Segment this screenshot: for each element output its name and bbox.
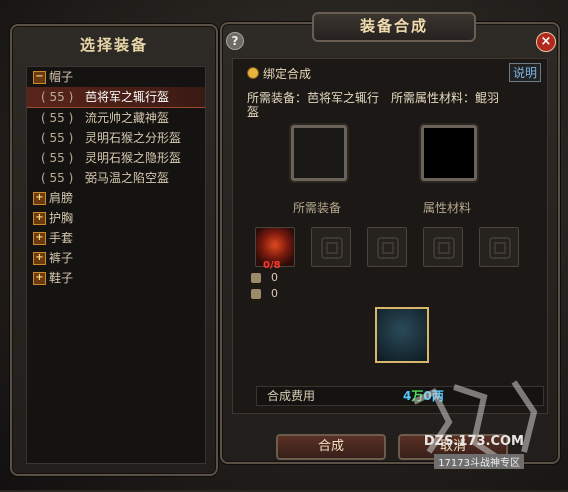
equipment-item-selected[interactable]: ( 55 ) 芭将军之辄行盔 xyxy=(27,87,205,108)
expand-icon[interactable]: + xyxy=(33,232,46,245)
item-name: 灵明石猴之分形盔 xyxy=(85,131,182,145)
equipment-tree: − 帽子 ( 55 ) 芭将军之辄行盔 ( 55 ) 流元帅之藏神盔 ( 55 ) 灵… xyxy=(26,66,206,464)
material-slot-empty[interactable] xyxy=(479,227,519,267)
material-slot-empty[interactable] xyxy=(367,227,407,267)
category-label: 肩膀 xyxy=(49,191,74,205)
knot-icon xyxy=(494,242,506,254)
equipment-item[interactable]: ( 55 ) 灵明石猴之分形盔 xyxy=(27,128,205,148)
material-slot-empty[interactable] xyxy=(423,227,463,267)
category-pants[interactable]: + 裤子 xyxy=(27,248,205,268)
required-equipment-slot-label: 所需装备 xyxy=(292,201,341,215)
knot-icon xyxy=(326,242,338,254)
watermark-logo-mark xyxy=(412,380,538,465)
category-label: 帽子 xyxy=(49,70,74,84)
item-name: 芭将军之辄行盔 xyxy=(85,90,170,104)
required-equipment-label: 所需装备：芭将军之辄行 xyxy=(247,91,380,105)
item-name: 灵明石猴之隐形盔 xyxy=(85,151,182,165)
required-equipment-slot[interactable] xyxy=(291,125,347,181)
close-icon[interactable]: × xyxy=(536,32,556,52)
category-shoulder[interactable]: + 肩膀 xyxy=(27,188,205,208)
explain-link[interactable]: 说明 xyxy=(508,63,541,82)
material-slot-empty[interactable] xyxy=(311,227,351,267)
item-level: ( 55 ) xyxy=(41,111,74,125)
synthesized-helmet-icon[interactable] xyxy=(375,307,429,363)
material-slot-filled[interactable]: 0/8 xyxy=(255,227,295,271)
resource-value-2: 0 xyxy=(271,287,278,300)
expand-icon[interactable]: + xyxy=(33,272,46,285)
item-level: ( 55 ) xyxy=(41,151,74,165)
equipment-item[interactable]: ( 55 ) 灵明石猴之隐形盔 xyxy=(27,148,205,168)
collapse-icon[interactable]: − xyxy=(33,71,46,84)
expand-icon[interactable]: + xyxy=(33,192,46,205)
item-name: 弼马温之陷空盔 xyxy=(85,171,170,185)
category-label: 护胸 xyxy=(49,211,74,225)
craft-button[interactable]: 合成 xyxy=(276,434,386,460)
synthesis-content: 绑定合成 说明 所需装备：芭将军之辄行 盔 所需属性材料：鲲羽 所需装备 属性材… xyxy=(232,58,548,414)
attribute-material-slot[interactable] xyxy=(421,125,477,181)
category-shoes[interactable]: + 鞋子 xyxy=(27,268,205,288)
watermark-subtitle: 17173斗战神专区 xyxy=(434,454,524,469)
expand-icon[interactable]: + xyxy=(33,212,46,225)
select-equipment-title: 选择装备 xyxy=(79,36,148,54)
knot-icon xyxy=(438,242,450,254)
resource-value-1: 0 xyxy=(271,271,278,284)
site-watermark: DZS.173.COM 17173斗战神专区 xyxy=(394,372,564,488)
material-count: 0/8 xyxy=(263,260,281,271)
panel-title: 装备合成 xyxy=(312,12,476,42)
item-name: 流元帅之藏神盔 xyxy=(85,111,170,125)
expand-icon[interactable]: + xyxy=(33,252,46,265)
radio-icon[interactable] xyxy=(247,67,259,79)
required-material-label: 所需属性材料：鲲羽 xyxy=(391,91,500,105)
resource-icon xyxy=(251,273,261,283)
item-level: ( 55 ) xyxy=(41,171,74,185)
cost-label: 合成费用 xyxy=(267,389,316,403)
equipment-item[interactable]: ( 55 ) 弼马温之陷空盔 xyxy=(27,168,205,188)
resource-icon xyxy=(251,289,261,299)
item-level: ( 55 ) xyxy=(41,90,74,104)
required-equipment-text: 所需装备：芭将军之辄行 盔 xyxy=(247,91,379,119)
category-chest[interactable]: + 护胸 xyxy=(27,208,205,228)
item-level: ( 55 ) xyxy=(41,131,74,145)
category-label: 裤子 xyxy=(49,251,74,265)
required-equipment-wrap: 盔 xyxy=(247,105,260,119)
knot-icon xyxy=(382,242,394,254)
watermark-site: DZS.173.COM xyxy=(423,434,524,449)
equipment-item[interactable]: ( 55 ) 流元帅之藏神盔 xyxy=(27,108,205,128)
category-gloves[interactable]: + 手套 xyxy=(27,228,205,248)
category-label: 手套 xyxy=(49,231,74,245)
bind-synthesis-label: 绑定合成 xyxy=(263,67,312,81)
help-icon[interactable]: ? xyxy=(226,32,244,50)
bind-synthesis-option[interactable]: 绑定合成 xyxy=(247,65,311,82)
category-label: 鞋子 xyxy=(49,271,74,285)
category-hat[interactable]: − 帽子 xyxy=(27,67,205,87)
select-equipment-panel: 选择装备 − 帽子 ( 55 ) 芭将军之辄行盔 ( 55 ) 流元帅之藏神盔 ( … xyxy=(10,24,218,476)
attribute-material-slot-label: 属性材料 xyxy=(422,201,471,215)
